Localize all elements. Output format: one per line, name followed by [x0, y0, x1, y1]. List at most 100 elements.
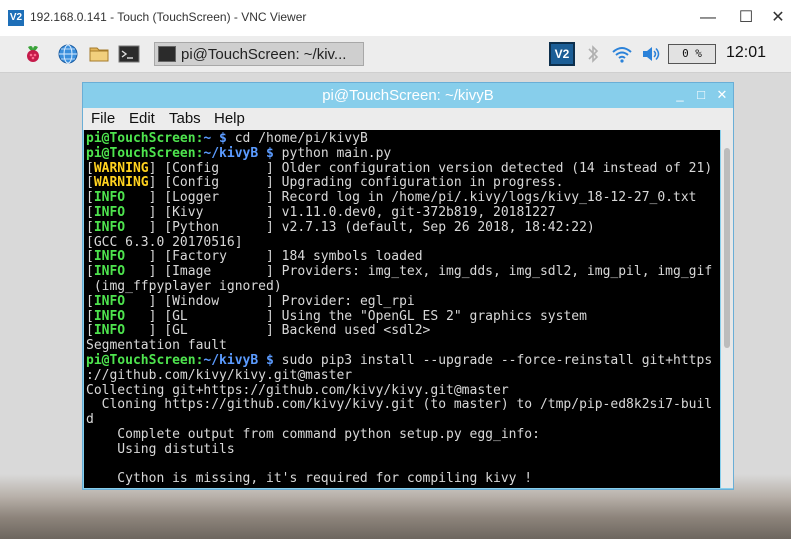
terminal-titlebar[interactable]: pi@TouchScreen: ~/kivyB _ □ ✕ — [83, 83, 733, 108]
shell-prompt-user: pi@TouchScreen: — [86, 131, 204, 146]
terminal-line: [GCC 6.3.0 20170516] — [86, 234, 712, 251]
log-bracket: [ — [86, 249, 94, 265]
terminal-line: Segmentation fault — [86, 338, 712, 354]
terminal-icon[interactable] — [118, 43, 140, 65]
terminal-maximize-button[interactable]: □ — [694, 88, 708, 102]
menu-help[interactable]: Help — [214, 110, 245, 127]
taskbar-clock[interactable]: 12:01 — [726, 44, 766, 62]
shell-prompt-user: pi@TouchScreen: — [86, 145, 204, 161]
vnc-window-title: 192.168.0.141 - Touch (TouchScreen) - VN… — [30, 10, 307, 24]
taskbar-task-label: pi@TouchScreen: ~/kiv... — [181, 46, 347, 63]
log-level: INFO — [93, 308, 149, 324]
output-text: [GCC 6.3.0 20170516] — [86, 234, 243, 250]
vnc-viewer-logo-icon: V2 — [8, 10, 24, 26]
terminal-line: Collecting git+https://github.com/kivy/k… — [86, 382, 712, 399]
wifi-icon[interactable] — [611, 43, 633, 65]
terminal-window: pi@TouchScreen: ~/kivyB _ □ ✕ File Edit … — [82, 82, 734, 490]
terminal-line: ://github.com/kivy/kivy.git@master — [86, 367, 712, 384]
terminal-scrollbar[interactable] — [721, 130, 733, 488]
log-message: ] [Kivy ] v1.11.0.dev0, git-372b819, 201… — [148, 204, 556, 220]
shell-command: cd /home/pi/kivyB — [226, 131, 368, 146]
log-level: INFO — [93, 293, 149, 309]
log-level: INFO — [93, 219, 149, 235]
terminal-minimize-button[interactable]: _ — [673, 88, 687, 102]
web-browser-icon[interactable] — [57, 43, 79, 65]
output-text: (img_ffpyplayer ignored) — [86, 278, 282, 294]
terminal-menubar: File Edit Tabs Help — [83, 108, 733, 130]
cpu-usage-monitor[interactable]: 0 % — [668, 44, 716, 64]
output-text: Using distutils — [86, 441, 235, 457]
shell-prompt-path: ~ $ — [203, 131, 227, 146]
menu-file[interactable]: File — [91, 110, 115, 127]
terminal-line: [INFO ] [Python ] v2.7.13 (default, Sep … — [86, 219, 712, 236]
terminal-line: Complete output from command python setu… — [86, 426, 712, 443]
shell-command: python main.py — [273, 145, 392, 161]
scrollbar-thumb[interactable] — [724, 148, 730, 348]
log-bracket: [ — [86, 264, 94, 280]
terminal-line: pi@TouchScreen:~/kivyB $ python main.py — [86, 145, 712, 162]
output-text: ://github.com/kivy/kivy.git@master — [86, 367, 353, 383]
log-level: INFO — [93, 204, 149, 220]
log-level: INFO — [93, 249, 149, 265]
log-level: INFO — [93, 190, 149, 206]
terminal-output[interactable]: pi@TouchScreen:~ $ cd /home/pi/kivyB pi@T… — [84, 130, 720, 488]
vnc-server-tray-icon[interactable]: V2 — [549, 42, 575, 66]
terminal-line: [INFO ] [Kivy ] v1.11.0.dev0, git-372b81… — [86, 204, 712, 221]
log-message: ] [GL ] Backend used <sdl2> — [148, 323, 431, 339]
log-level: WARNING — [93, 160, 149, 176]
vnc-close-button[interactable]: ✕ — [768, 8, 788, 28]
terminal-line: pi@TouchScreen:~ $ cd /home/pi/kivyB — [86, 131, 712, 147]
file-manager-icon[interactable] — [88, 43, 110, 65]
log-bracket: [ — [86, 204, 94, 220]
log-level: INFO — [93, 323, 149, 339]
terminal-close-button[interactable]: ✕ — [715, 88, 729, 102]
desktop-taskbar: pi@TouchScreen: ~/kiv... V2 0 % 12:01 — [0, 36, 791, 73]
log-bracket: [ — [86, 219, 94, 235]
log-message: ] [Factory ] 184 symbols loaded — [148, 249, 423, 265]
output-text: Cloning https://github.com/kivy/kivy.git… — [86, 397, 713, 413]
output-text: Complete output from command python setu… — [86, 426, 540, 442]
terminal-line: Cloning https://github.com/kivy/kivy.git… — [86, 397, 713, 413]
terminal-lines: pi@TouchScreen:~ $ cd /home/pi/kivyB pi@T… — [86, 131, 713, 487]
terminal-line: [WARNING] [Config ] Older configuration … — [86, 160, 713, 177]
shell-prompt-path: ~/kivyB $ — [203, 145, 274, 161]
log-message: ] [Config ] Older configuration version … — [148, 160, 713, 176]
log-level: WARNING — [93, 175, 149, 191]
log-bracket: [ — [86, 308, 94, 324]
raspberry-menu-icon[interactable] — [22, 43, 44, 65]
terminal-title: pi@TouchScreen: ~/kivyB — [322, 87, 494, 104]
terminal-line: [INFO ] [Window ] Provider: egl_rpi — [86, 293, 712, 310]
terminal-line: [INFO ] [GL ] Backend used <sdl2> — [86, 323, 712, 339]
log-bracket: [ — [86, 293, 94, 309]
output-text: Cython is missing, it's required for com… — [86, 471, 533, 487]
log-bracket: [ — [86, 160, 94, 176]
log-message: ] [GL ] Using the "OpenGL ES 2" graphics… — [148, 308, 587, 324]
menu-edit[interactable]: Edit — [129, 110, 155, 127]
terminal-line: (img_ffpyplayer ignored) — [86, 278, 712, 295]
taskbar-terminal-task[interactable]: pi@TouchScreen: ~/kiv... — [154, 42, 364, 66]
output-text: Segmentation fault — [86, 338, 227, 354]
menu-tabs[interactable]: Tabs — [169, 110, 201, 127]
shell-command: sudo pip3 install --upgrade --force-rein… — [273, 352, 713, 368]
terminal-line: Using distutils — [86, 441, 712, 458]
bluetooth-icon[interactable] — [582, 43, 604, 65]
terminal-line: [INFO ] [Logger ] Record log in /home/pi… — [86, 190, 712, 206]
terminal-line: Cython is missing, it's required for com… — [86, 471, 712, 487]
vnc-titlebar: V2 192.168.0.141 - Touch (TouchScreen) -… — [0, 0, 791, 37]
log-message: ] [Config ] Upgrading configuration in p… — [148, 175, 564, 191]
output-text: Collecting git+https://github.com/kivy/k… — [86, 382, 509, 398]
vnc-maximize-button[interactable]: ☐ — [736, 8, 756, 28]
vnc-minimize-button[interactable]: — — [698, 8, 718, 28]
log-message: ] [Image ] Providers: img_tex, img_dds, … — [148, 264, 713, 280]
output-text: d — [86, 412, 94, 428]
terminal-line: pi@TouchScreen:~/kivyB $ sudo pip3 insta… — [86, 352, 713, 369]
log-message: ] [Window ] Provider: egl_rpi — [148, 293, 415, 309]
terminal-line: [INFO ] [Factory ] 184 symbols loaded — [86, 249, 712, 265]
terminal-line: [WARNING] [Config ] Upgrading configurat… — [86, 175, 712, 191]
log-message: ] [Python ] v2.7.13 (default, Sep 26 201… — [148, 219, 595, 235]
volume-icon[interactable] — [640, 43, 662, 65]
log-level: INFO — [93, 264, 149, 280]
terminal-line: d — [86, 412, 712, 428]
log-bracket: [ — [86, 323, 94, 339]
